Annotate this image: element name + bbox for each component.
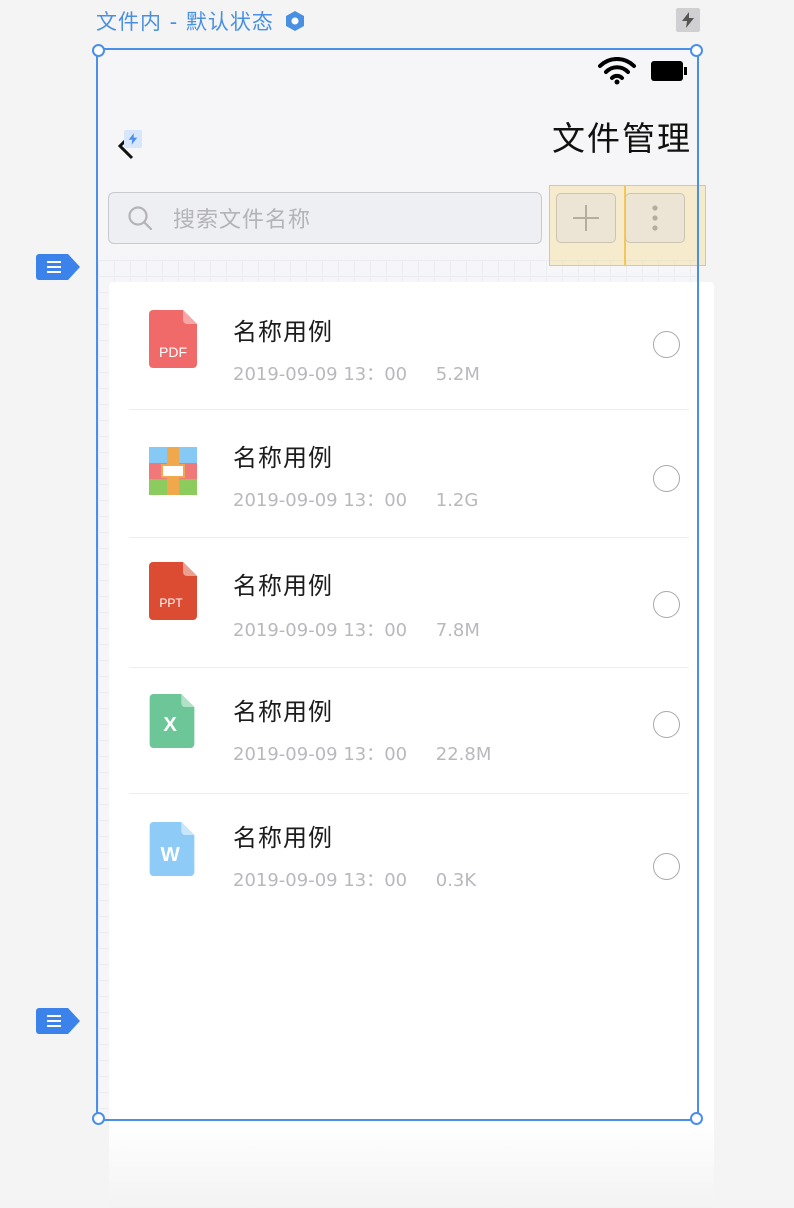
file-size: 5.2M [435,364,480,385]
phone-screen: 文件管理 搜索文件名称 PDF 名称用例 2019-09-09 13：00 5.… [98,50,714,1170]
file-meta: 2019-09-09 13：00 22.8M [233,740,491,766]
svg-text:PDF: PDF [159,344,187,360]
list-item[interactable]: X 名称用例 2019-09-09 13：00 22.8M [129,668,689,794]
file-list: PDF 名称用例 2019-09-09 13：00 5.2M 名称用例 2019… [109,282,714,1170]
select-radio[interactable] [653,465,680,492]
svg-text:W: W [160,843,180,866]
pdf-file-icon: PDF [149,310,197,368]
select-radio[interactable] [653,711,680,738]
file-name: 名称用例 [233,824,333,852]
word-file-icon: W [149,822,195,876]
wifi-icon [598,57,636,85]
file-name: 名称用例 [233,444,333,472]
status-bar [598,56,688,86]
select-radio[interactable] [653,591,680,618]
frame-label-text: 文件内 - 默认状态 [96,10,274,34]
file-size: 1.2G [435,490,479,511]
resize-handle-top-right[interactable] [690,44,703,57]
file-date: 2019-09-09 13：00 [233,744,408,765]
resize-handle-top-left[interactable] [92,44,105,57]
resize-handle-bottom-right[interactable] [690,1112,703,1125]
lightning-icon[interactable] [676,8,700,32]
resize-handle-bottom-left[interactable] [92,1112,105,1125]
ppt-file-icon: PPT [149,562,197,620]
file-name: 名称用例 [233,318,333,346]
file-meta: 2019-09-09 13：00 0.3K [233,866,476,892]
back-button[interactable] [106,122,146,170]
svg-text:X: X [163,713,177,736]
guide-marker-icon[interactable] [36,1008,80,1034]
interaction-lightning-icon[interactable] [124,130,142,148]
archive-file-icon [149,447,197,495]
more-button[interactable] [625,193,685,243]
list-item[interactable]: PPT 名称用例 2019-09-09 13：00 7.8M [129,538,689,668]
guide-marker-icon[interactable] [36,254,80,280]
file-size: 7.8M [435,620,480,641]
component-hex-icon[interactable] [284,10,306,32]
list-item[interactable]: W 名称用例 2019-09-09 13：00 0.3K [129,794,689,924]
file-name: 名称用例 [233,572,333,600]
list-item[interactable]: 名称用例 2019-09-09 13：00 1.2G [129,410,689,538]
file-meta: 2019-09-09 13：00 1.2G [233,486,478,512]
search-input[interactable]: 搜索文件名称 [108,192,542,244]
file-date: 2019-09-09 13：00 [233,490,408,511]
file-date: 2019-09-09 13：00 [233,620,408,641]
svg-text:PPT: PPT [159,596,183,610]
plus-icon [573,205,599,231]
file-name: 名称用例 [233,698,333,726]
canvas-bottom-extension [109,1120,714,1208]
excel-file-icon: X [149,694,195,748]
file-date: 2019-09-09 13：00 [233,870,408,891]
file-meta: 2019-09-09 13：00 7.8M [233,616,480,642]
search-placeholder: 搜索文件名称 [173,208,312,233]
add-button[interactable] [556,193,616,243]
more-vertical-icon [652,205,658,231]
search-row: 搜索文件名称 [108,185,706,266]
list-item[interactable]: PDF 名称用例 2019-09-09 13：00 5.2M [129,282,689,410]
select-radio[interactable] [653,331,680,358]
select-radio[interactable] [653,853,680,880]
file-size: 0.3K [435,870,477,891]
page-title: 文件管理 [552,119,692,158]
file-meta: 2019-09-09 13：00 5.2M [233,360,480,386]
file-date: 2019-09-09 13：00 [233,364,408,385]
battery-icon [651,61,687,81]
frame-label: 文件内 - 默认状态 [96,6,306,36]
file-size: 22.8M [435,744,492,765]
search-icon [128,206,153,231]
nav-bar: 文件管理 [98,110,696,180]
